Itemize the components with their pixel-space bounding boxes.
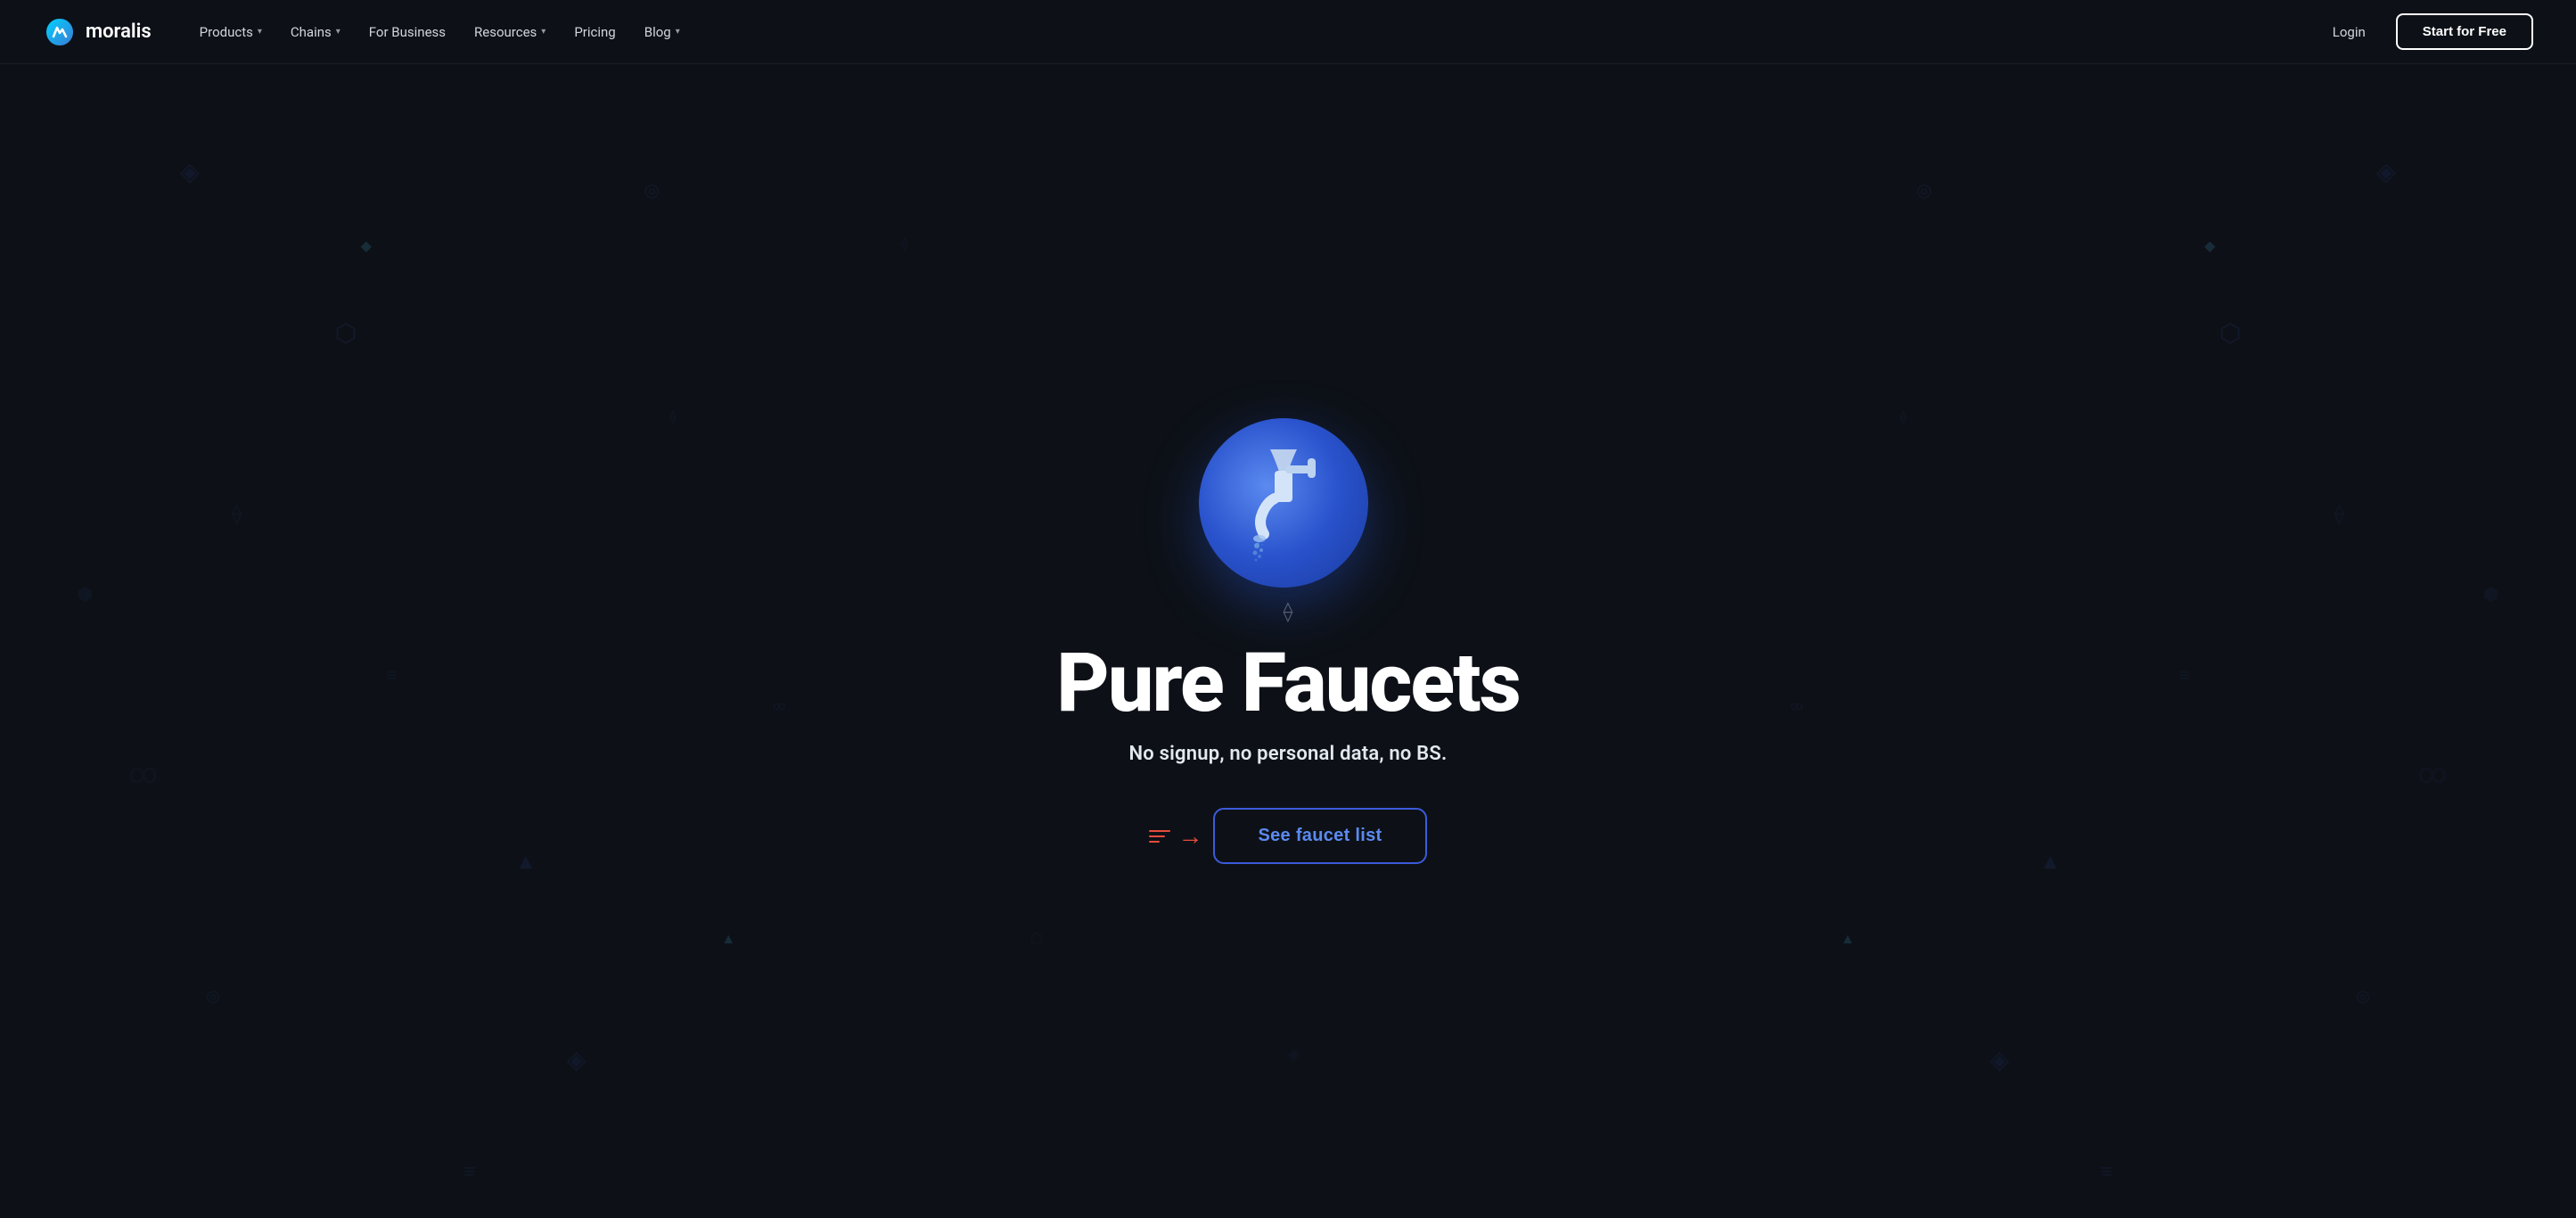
bg-icon-19: ≡	[2179, 664, 2190, 687]
bg-icon-5: ∞	[129, 756, 159, 790]
bg-icon-2: ⬡	[335, 318, 357, 348]
nav-label-products: Products	[200, 24, 253, 40]
bg-icon-15: ◎	[644, 179, 660, 201]
nav-label-blog: Blog	[644, 24, 671, 40]
nav-link-products[interactable]: Products ▾	[187, 17, 275, 47]
bg-icon-13: ▲	[721, 930, 735, 948]
bg-icon-8: ◈	[567, 1045, 587, 1074]
side-gradient-left	[0, 64, 644, 1218]
arrow-right-icon: →	[1177, 824, 1202, 849]
bg-icon-27: ≡	[2101, 1160, 2112, 1183]
bg-icon-30: ◎	[1916, 179, 1932, 201]
bg-icon-20: ∞	[2418, 756, 2448, 790]
nav-link-pricing[interactable]: Pricing	[562, 17, 628, 47]
bg-icon-4: ≡	[387, 664, 398, 687]
arrow-line-2	[1149, 835, 1165, 837]
nav-link-resources[interactable]: Resources ▾	[462, 17, 558, 47]
faucet-circle	[1199, 418, 1368, 588]
bg-icon-28: ▲	[1841, 930, 1855, 948]
bg-icon-9: ◆	[361, 237, 372, 254]
see-faucet-button[interactable]: See faucet list	[1213, 808, 1426, 864]
arrow-line-1	[1149, 830, 1170, 832]
bg-icon-29: ∞	[1791, 699, 1803, 713]
nav-item-chains: Chains ▾	[278, 17, 353, 47]
faucet-illustration: ⟠	[1199, 418, 1377, 614]
bg-icon-25: ⬢	[2483, 583, 2498, 605]
nav-item-forbusiness: For Business	[357, 17, 458, 47]
logo-link[interactable]: moralis	[43, 15, 152, 49]
arrow-indicator: →	[1149, 824, 1202, 849]
faucet-svg	[1212, 432, 1355, 574]
cta-wrapper: → See faucet list	[1149, 808, 1426, 864]
nav-link-chains[interactable]: Chains ▾	[278, 17, 353, 47]
logo-text: moralis	[86, 21, 152, 43]
hero-title: Pure Faucets	[1056, 643, 1520, 725]
bg-icon-6: ▲	[515, 849, 537, 875]
bg-icon-24: ◆	[2204, 237, 2215, 254]
bg-icon-10: ⬢	[78, 583, 93, 605]
bg-icon-17: ⬡	[2219, 318, 2241, 348]
hero-content: ⟠ Pure Faucets No signup, no personal da…	[1056, 418, 1520, 864]
start-for-free-button[interactable]: Start for Free	[2396, 13, 2533, 50]
chevron-down-icon: ▾	[541, 27, 546, 37]
nav-label-pricing: Pricing	[574, 24, 615, 40]
nav-label-resources: Resources	[474, 24, 537, 40]
nav-links: Products ▾ Chains ▾ For Business Resourc…	[187, 17, 693, 47]
bg-icon-3: ⟠	[232, 503, 242, 525]
bg-icon-32: ◈	[1288, 1045, 1300, 1064]
chevron-down-icon: ▾	[336, 27, 340, 37]
bg-icon-11: ⟠	[669, 410, 676, 424]
nav-left: moralis Products ▾ Chains ▾ For Business	[43, 15, 693, 49]
nav-item-resources: Resources ▾	[462, 17, 558, 47]
moralis-logo-icon	[43, 15, 77, 49]
nav-link-blog[interactable]: Blog ▾	[632, 17, 693, 47]
bg-icon-22: ◎	[2356, 987, 2370, 1006]
arrow-line-3	[1149, 841, 1160, 843]
side-gradient-right	[1932, 64, 2576, 1218]
bg-icon-16: ◈	[2376, 157, 2396, 186]
nav-item-pricing: Pricing	[562, 17, 628, 47]
nav-right: Login Start for Free	[2320, 13, 2533, 50]
bg-icon-33: ⟠	[902, 237, 908, 251]
bg-icon-23: ◈	[1990, 1045, 2010, 1074]
nav-item-products: Products ▾	[187, 17, 275, 47]
arrow-lines	[1149, 830, 1170, 843]
hero-section: ◈ ⬡ ⟠ ≡ ∞ ▲ ◎ ◈ ◆ ⬢ ⟠ ≡ ▲ ∞ ◎ ◈ ⬡ ⟠ ≡ ∞ …	[0, 64, 2576, 1218]
bg-icon-26: ⟠	[1900, 410, 1907, 424]
chevron-down-icon: ▾	[676, 27, 680, 37]
chevron-down-icon: ▾	[258, 27, 262, 37]
hero-subtitle: No signup, no personal data, no BS.	[1129, 743, 1448, 765]
nav-item-blog: Blog ▾	[632, 17, 693, 47]
nav-label-forbusiness: For Business	[369, 24, 446, 40]
bg-icon-21: ▲	[2039, 849, 2061, 875]
bg-icon-31: ⬡	[1030, 930, 1043, 947]
bg-icon-7: ◎	[206, 987, 220, 1006]
bg-icon-18: ⟠	[2334, 503, 2344, 525]
bg-icon-14: ∞	[773, 699, 785, 713]
bg-icon-12: ≡	[464, 1160, 475, 1183]
eth-icon-below: ⟠	[1284, 601, 1293, 623]
nav-link-forbusiness[interactable]: For Business	[357, 17, 458, 47]
navbar: moralis Products ▾ Chains ▾ For Business	[0, 0, 2576, 64]
bg-icon-1: ◈	[180, 157, 200, 186]
login-link[interactable]: Login	[2320, 17, 2378, 47]
nav-label-chains: Chains	[291, 24, 332, 40]
